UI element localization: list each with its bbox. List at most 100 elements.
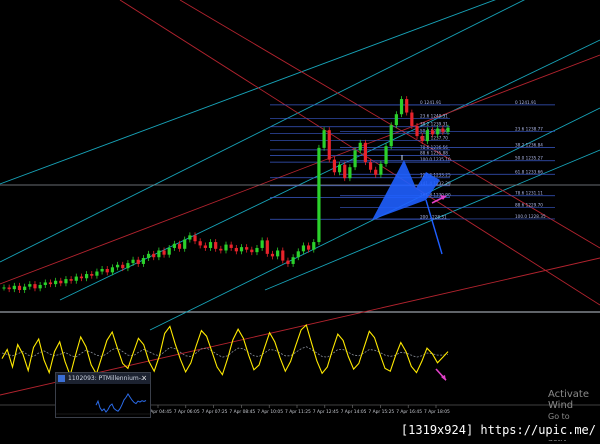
candle-body	[162, 250, 166, 255]
close-icon[interactable]: ×	[140, 373, 148, 384]
candle-body	[286, 260, 290, 264]
candle-body	[90, 274, 94, 276]
candle-body	[85, 274, 89, 279]
candle-body	[157, 250, 161, 258]
candle-body	[23, 286, 27, 291]
minimized-window-titlebar[interactable]: 1102093: PTMillennium-... ×	[56, 373, 150, 384]
main-pane-background	[0, 0, 600, 312]
time-tick-label: 7 Apr 10:05	[257, 409, 283, 415]
candle-body	[405, 99, 409, 113]
candle-body	[301, 245, 306, 252]
candle-body	[177, 243, 182, 249]
candle-body	[353, 150, 357, 168]
candle-body	[255, 247, 259, 253]
fib-level-label: 38.2 1239.31	[420, 122, 448, 127]
candle-body	[394, 114, 398, 126]
fib-extension-label: 23.6 1238.77	[515, 126, 543, 131]
candle-body	[281, 250, 285, 261]
time-tick-label: 7 Apr 12:45	[313, 409, 339, 415]
candle-body	[146, 253, 151, 259]
fib-extension-label: 38.2 1236.84	[515, 143, 543, 148]
candle-body	[17, 285, 22, 291]
candle-body	[136, 259, 140, 264]
candle-body	[229, 244, 233, 248]
candle-body	[343, 164, 347, 179]
time-tick-label: 7 Apr 14:05	[341, 409, 367, 415]
candle-body	[105, 268, 109, 273]
candle-body	[265, 240, 269, 254]
candle-body	[410, 112, 414, 126]
candle-body	[69, 279, 73, 281]
fib-level-label: 100.0 1235.10	[420, 157, 451, 162]
fib-extension-label: 50.0 1235.27	[515, 156, 543, 161]
fib-level-label: 88.6 1235.88	[420, 151, 448, 156]
mini-chart-preview	[56, 393, 150, 415]
candle-body	[28, 284, 32, 287]
candle-body	[43, 282, 47, 285]
candle-body	[188, 235, 192, 240]
candle-body	[446, 127, 450, 132]
fib-level-label: 23.6 1240.31	[420, 113, 448, 118]
candle-body	[74, 276, 78, 281]
candle-body	[126, 263, 130, 269]
candle-body	[327, 130, 331, 160]
time-tick-label: 7 Apr 06:05	[174, 409, 200, 415]
candle-body	[399, 99, 404, 115]
candle-body	[260, 240, 264, 248]
candle-body	[317, 147, 321, 243]
candle-body	[208, 242, 213, 248]
candle-body	[33, 284, 37, 289]
candle-body	[172, 243, 176, 248]
fib-extension-label: 0 1241.91	[515, 100, 537, 105]
candle-body	[239, 247, 244, 252]
time-tick-label: 7 Apr 08:45	[229, 409, 255, 415]
upic-credit: [1319x924] https://upic.me/	[396, 420, 600, 440]
candle-body	[2, 287, 6, 289]
candle-body	[59, 280, 63, 284]
candle-body	[420, 136, 424, 142]
candle-body	[307, 245, 311, 250]
fib-extension-label: 61.8 1233.66	[515, 169, 543, 174]
candle-body	[64, 279, 68, 284]
candle-body	[441, 128, 445, 132]
minimized-window-preview	[56, 384, 150, 417]
minimized-window-title: 1102093: PTMillennium-...	[68, 375, 147, 382]
candle-body	[115, 264, 120, 268]
candle-body	[332, 159, 337, 173]
candle-body	[436, 128, 440, 135]
candle-body	[415, 125, 419, 137]
candle-body	[363, 142, 367, 163]
candle-body	[141, 258, 145, 264]
candle-body	[79, 276, 84, 279]
candle-body	[312, 242, 316, 250]
fib-level-label: 200 1228.31	[420, 214, 447, 219]
candle-body	[38, 284, 42, 289]
candle-body	[425, 130, 429, 142]
fib-extension-label: 78.6 1231.11	[515, 191, 543, 196]
candle-body	[183, 239, 187, 249]
candle-body	[430, 130, 435, 135]
candle-body	[234, 247, 238, 252]
candle-body	[368, 162, 373, 170]
candle-body	[198, 241, 202, 246]
candle-body	[110, 267, 115, 273]
time-tick-label: 7 Apr 11:25	[285, 409, 311, 415]
candle-body	[276, 250, 280, 257]
candle-body	[167, 247, 171, 255]
fib-extension-label: 88.6 1229.70	[515, 203, 543, 208]
candle-body	[245, 247, 249, 250]
time-tick-label: 7 Apr 07:25	[202, 409, 228, 415]
candle-body	[250, 249, 254, 253]
candle-body	[379, 163, 383, 175]
candle-body	[131, 259, 135, 264]
candle-body	[337, 164, 342, 173]
candle-body	[384, 146, 388, 164]
candle-body	[296, 251, 300, 258]
candle-body	[348, 167, 352, 179]
candle-body	[121, 264, 125, 269]
minimized-chart-window[interactable]: 1102093: PTMillennium-... ×	[55, 372, 151, 418]
time-axis: 7 Apr 04:45 7 Apr 06:05 7 Apr 07:25 7 Apr 0…	[146, 405, 450, 415]
candle-body	[291, 257, 295, 264]
time-tick-label: 7 Apr 16:45	[396, 409, 422, 415]
candle-body	[100, 268, 104, 272]
